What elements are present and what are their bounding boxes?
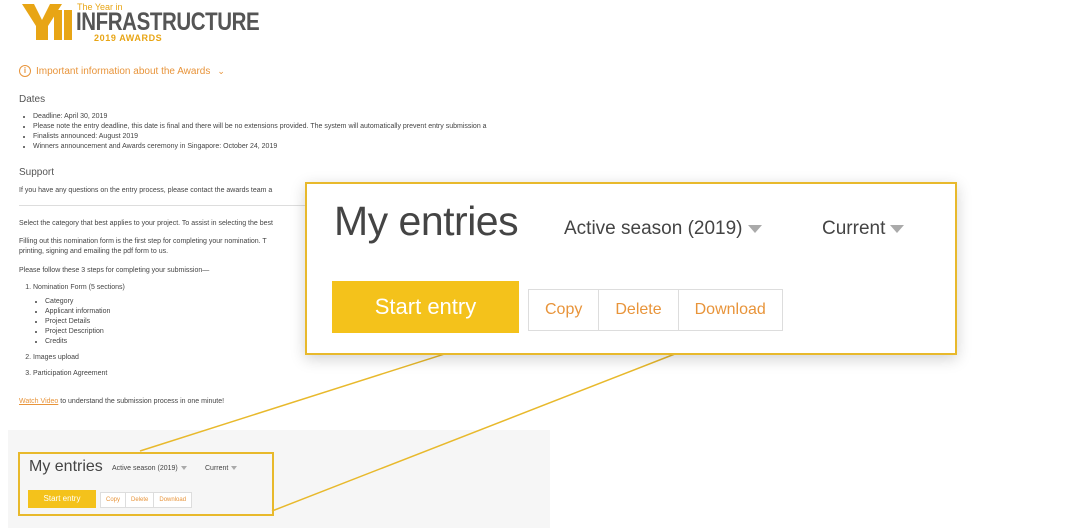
info-icon: i (19, 65, 31, 77)
entry-actions-group-zoomed: Copy Delete Download (528, 289, 783, 331)
caret-down-icon (231, 466, 238, 471)
filling-text-line2: printing, signing and emailing the pdf f… (19, 248, 169, 255)
entry-actions-group: Copy Delete Download (100, 492, 193, 508)
list-item: Applicant information (45, 307, 333, 317)
start-entry-button-zoomed[interactable]: Start entry (332, 281, 519, 333)
select-category-text: Select the category that best applies to… (19, 220, 273, 227)
filter-label: Current (205, 465, 229, 472)
logo-mark-icon (22, 4, 72, 40)
steps-list: Nomination Form (5 sections) Category Ap… (19, 283, 333, 385)
dates-heading: Dates (19, 94, 46, 105)
step-label: Participation Agreement (33, 370, 108, 377)
awards-logo: The Year in INFRASTRUCTURE 2019 AWARDS (20, 2, 260, 44)
watch-video-link[interactable]: Watch Video (19, 398, 58, 405)
step-item: Participation Agreement (33, 369, 333, 379)
list-item: Project Description (45, 327, 333, 337)
entries-title: My entries (29, 458, 103, 475)
list-item: Deadline: April 30, 2019 (33, 112, 573, 122)
caret-down-icon (747, 224, 762, 233)
step-label: Nomination Form (5 sections) (33, 284, 125, 291)
step-item: Images upload (33, 353, 333, 363)
step-item: Nomination Form (5 sections) Category Ap… (33, 283, 333, 347)
entries-title-zoomed: My entries (334, 198, 519, 244)
watch-video-text: to understand the submission process in … (58, 398, 225, 405)
step-sublist: Category Applicant information Project D… (33, 297, 333, 347)
dates-list: Deadline: April 30, 2019 Please note the… (19, 112, 573, 152)
list-item: Project Details (45, 317, 333, 327)
start-entry-button[interactable]: Start entry (28, 490, 96, 508)
filling-text-line1: Filling out this nomination form is the … (19, 238, 267, 245)
season-label: Active season (2019) (112, 465, 178, 472)
caret-down-icon (890, 224, 905, 233)
download-button-zoomed[interactable]: Download (679, 290, 782, 330)
list-item: Credits (45, 337, 333, 347)
season-dropdown-zoomed[interactable]: Active season (2019) (564, 218, 762, 240)
important-info-toggle[interactable]: i Important information about the Awards… (19, 65, 225, 77)
caret-down-icon (180, 466, 187, 471)
filter-dropdown[interactable]: Current (205, 465, 238, 472)
season-dropdown[interactable]: Active season (2019) (112, 465, 187, 472)
copy-button[interactable]: Copy (101, 493, 127, 507)
delete-button-zoomed[interactable]: Delete (599, 290, 679, 330)
chevron-down-icon: ⌄ (217, 65, 225, 76)
support-text: If you have any questions on the entry p… (19, 187, 273, 194)
step-label: Images upload (33, 354, 79, 361)
logo-line3: 2019 AWARDS (94, 33, 163, 43)
watch-video-line: Watch Video to understand the submission… (19, 398, 224, 405)
follow-steps-text: Please follow these 3 steps for completi… (19, 267, 210, 274)
entries-highlight-zoomed: My entries Active season (2019) Current … (305, 182, 957, 355)
season-label: Active season (2019) (564, 218, 743, 239)
entries-highlight-small: My entries Active season (2019) Current … (18, 452, 274, 516)
copy-button-zoomed[interactable]: Copy (529, 290, 600, 330)
list-item: Winners announcement and Awards ceremony… (33, 142, 573, 152)
filter-dropdown-zoomed[interactable]: Current (822, 218, 905, 240)
support-heading: Support (19, 167, 55, 178)
list-item: Finalists announced: August 2019 (33, 132, 573, 142)
logo-line2: INFRASTRUCTURE (76, 8, 260, 36)
filter-label: Current (822, 218, 886, 239)
download-button[interactable]: Download (154, 493, 191, 507)
list-item: Category (45, 297, 333, 307)
list-item: Please note the entry deadline, this dat… (33, 122, 573, 132)
important-info-label: Important information about the Awards (36, 65, 211, 77)
delete-button[interactable]: Delete (126, 493, 155, 507)
entries-panel: My entries Active season (2019) Current … (8, 430, 550, 528)
